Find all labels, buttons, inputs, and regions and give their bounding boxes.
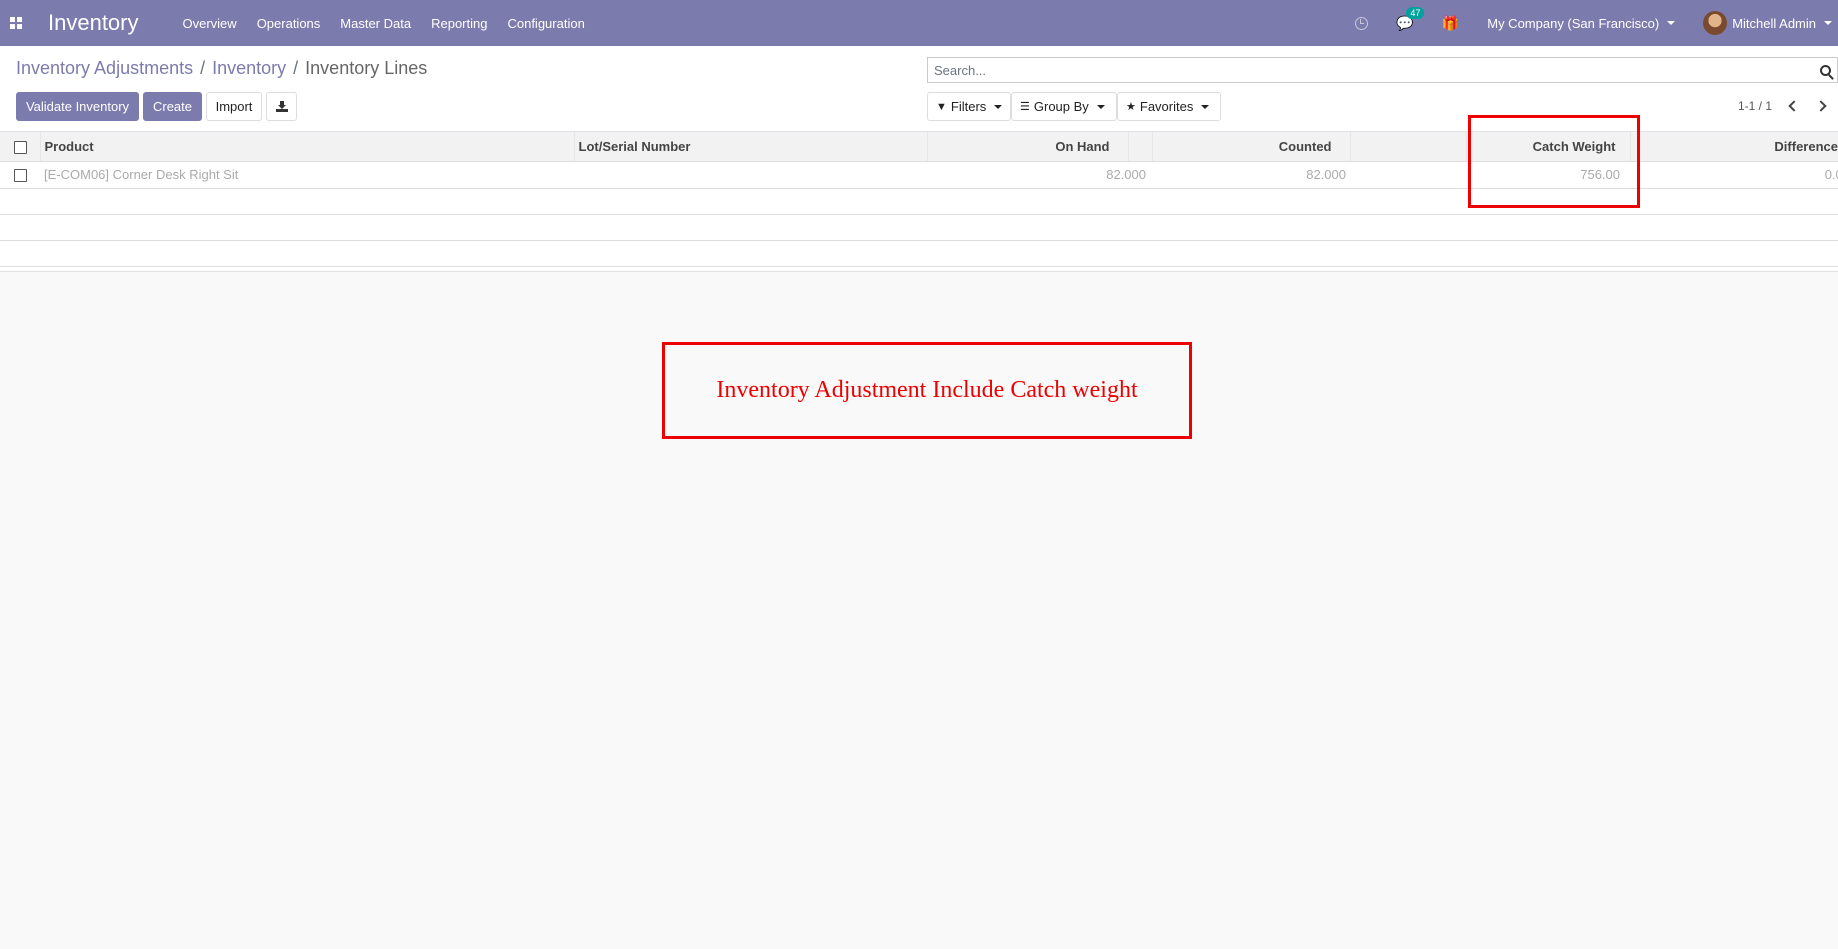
pager-previous-button[interactable]	[1784, 96, 1804, 116]
main-menu: Overview Operations Master Data Reportin…	[183, 16, 605, 31]
top-navbar: Inventory Overview Operations Master Dat…	[0, 0, 1838, 46]
menu-item-overview[interactable]: Overview	[183, 16, 237, 31]
chevron-down-icon	[1201, 104, 1210, 109]
apps-menu-icon[interactable]	[0, 0, 32, 46]
chevron-down-icon	[994, 104, 1003, 109]
group-by-label: Group By	[1033, 99, 1089, 114]
import-button[interactable]: Import	[206, 92, 262, 121]
catch-weight-highlight-box	[1468, 115, 1640, 208]
app-title[interactable]: Inventory	[48, 10, 139, 36]
column-header-counted[interactable]: Counted	[1151, 132, 1350, 162]
cell-counted[interactable]: 82.000	[1152, 161, 1350, 189]
cell-spacer	[1350, 161, 1466, 189]
menu-item-reporting[interactable]: Reporting	[431, 16, 487, 31]
chevron-left-icon	[1788, 100, 1800, 112]
select-all-cell	[0, 132, 40, 162]
filter-icon: ▼	[936, 100, 947, 113]
column-header-lot-serial[interactable]: Lot/Serial Number	[573, 132, 927, 162]
chevron-down-icon	[1667, 21, 1676, 25]
avatar	[1703, 11, 1728, 35]
menu-item-master-data[interactable]: Master Data	[340, 16, 411, 31]
download-button[interactable]	[266, 92, 297, 121]
chevron-down-icon	[1096, 104, 1105, 109]
user-name: Mitchell Admin	[1732, 15, 1816, 31]
breadcrumb-separator: /	[293, 58, 299, 78]
menu-item-configuration[interactable]: Configuration	[507, 16, 584, 31]
navbar-systray: 💬 47 🎁 My Company (San Francisco) Mitche…	[1355, 0, 1838, 46]
cell-product[interactable]: [E-COM06] Corner Desk Right Sit	[40, 161, 574, 189]
cell-lot[interactable]	[574, 161, 927, 189]
validate-inventory-button[interactable]: Validate Inventory	[16, 92, 139, 121]
user-menu[interactable]: Mitchell Admin	[1703, 11, 1832, 35]
breadcrumb-inventory[interactable]: Inventory	[212, 58, 286, 79]
search-input[interactable]	[928, 62, 1813, 78]
activity-clock-icon[interactable]	[1355, 16, 1369, 30]
create-button[interactable]: Create	[143, 92, 202, 121]
favorites-label: Favorites	[1139, 99, 1194, 114]
breadcrumb-separator: /	[200, 58, 206, 78]
pager-value[interactable]: 1-1 / 1	[1738, 99, 1772, 113]
chevron-right-icon	[1815, 100, 1827, 112]
breadcrumb-inventory-adjustments[interactable]: Inventory Adjustments	[16, 58, 193, 79]
annotation-callout: Inventory Adjustment Include Catch weigh…	[662, 342, 1192, 439]
search-icon[interactable]	[1813, 58, 1837, 82]
breadcrumb: Inventory Adjustments / Inventory / Inve…	[16, 58, 427, 79]
column-header-spacer	[1349, 132, 1466, 162]
company-name: My Company (San Francisco)	[1487, 15, 1660, 31]
star-icon: ★	[1126, 101, 1136, 113]
filters-label: Filters	[950, 99, 987, 114]
select-all-checkbox[interactable]	[14, 140, 27, 154]
cell-difference[interactable]: 0.00	[1630, 161, 1838, 189]
empty-row	[0, 214, 1838, 241]
menu-item-operations[interactable]: Operations	[257, 16, 321, 31]
search-bar	[927, 57, 1838, 83]
column-header-on-hand[interactable]: On Hand	[926, 132, 1128, 162]
column-header-spacer	[1127, 132, 1152, 162]
message-count-badge: 47	[1406, 6, 1425, 19]
row-select-cell	[0, 161, 40, 189]
group-by-dropdown[interactable]: ☰ Group By	[1011, 92, 1117, 121]
download-icon	[275, 101, 288, 112]
breadcrumb-current: Inventory Lines	[305, 58, 428, 78]
company-switcher[interactable]: My Company (San Francisco)	[1487, 15, 1676, 31]
pager-next-button[interactable]	[1811, 96, 1831, 116]
list-icon: ☰	[1020, 101, 1030, 113]
chevron-down-icon	[1824, 21, 1832, 25]
column-header-difference[interactable]: Difference	[1629, 132, 1838, 162]
empty-row	[0, 240, 1838, 267]
cell-on-hand[interactable]: 82.000	[927, 161, 1152, 189]
gift-icon[interactable]: 🎁	[1442, 15, 1459, 32]
messages-button[interactable]: 💬 47	[1396, 6, 1425, 32]
row-checkbox[interactable]	[14, 169, 27, 183]
favorites-dropdown[interactable]: ★ Favorites	[1117, 92, 1221, 121]
column-header-product[interactable]: Product	[39, 132, 574, 162]
filters-dropdown[interactable]: ▼ Filters	[927, 92, 1011, 121]
